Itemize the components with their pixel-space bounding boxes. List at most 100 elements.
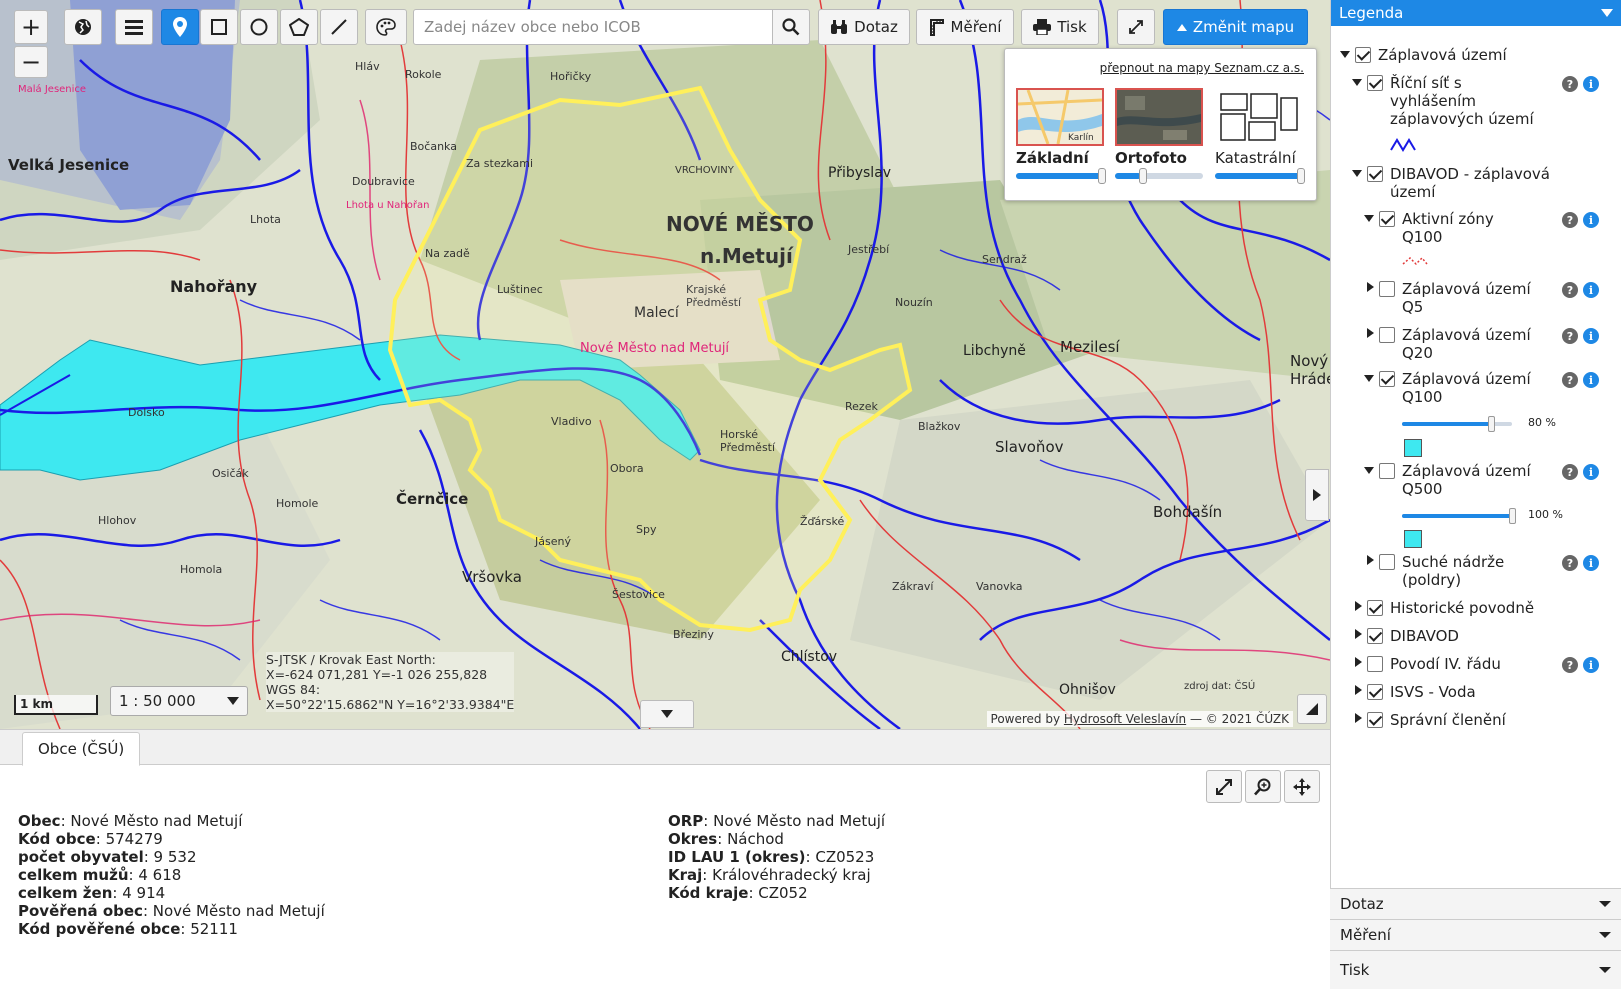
layer-label: DIBAVOD [1390, 627, 1459, 645]
attribution: Powered by Hydrosoft Veleslavín — © 2021… [986, 711, 1293, 727]
help-icon[interactable]: ? [1562, 212, 1578, 228]
expand-toggle[interactable] [1367, 282, 1374, 292]
info-row: Kraj: Královéhradecký kraj [668, 866, 871, 884]
pan-to-feature-button[interactable] [1284, 770, 1320, 803]
help-icon[interactable]: ? [1562, 657, 1578, 673]
expand-toggle[interactable] [1352, 170, 1362, 177]
search-input[interactable] [413, 9, 785, 45]
help-icon[interactable]: ? [1562, 464, 1578, 480]
layer-label: Správní členění [1390, 711, 1506, 729]
opacity-value: 80 % [1528, 416, 1556, 429]
expand-toggle[interactable] [1364, 215, 1374, 222]
accordion-tisk[interactable]: Tisk [1330, 950, 1621, 989]
info-icon[interactable]: i [1583, 372, 1599, 388]
layer-checkbox[interactable] [1367, 656, 1383, 672]
search-button[interactable] [772, 9, 810, 45]
basemap-ortofoto[interactable]: Ortofoto [1115, 88, 1203, 184]
layer-checkbox[interactable] [1379, 281, 1395, 297]
layer-label: Záplavová území Q5 [1402, 280, 1531, 316]
attribution-link[interactable]: Hydrosoft Veleslavín [1064, 712, 1186, 726]
accordion-dotaz[interactable]: Dotaz [1330, 888, 1621, 919]
layer-checkbox[interactable] [1367, 600, 1383, 616]
expand-icon [1129, 20, 1143, 34]
tab-obce[interactable]: Obce (ČSÚ) [22, 732, 141, 766]
zoom-to-extent-button[interactable] [1206, 770, 1242, 803]
help-icon[interactable]: ? [1562, 372, 1578, 388]
info-icon[interactable]: i [1583, 328, 1599, 344]
info-icon[interactable]: i [1583, 657, 1599, 673]
opacity-slider[interactable] [1115, 168, 1203, 184]
expand-toggle[interactable] [1355, 713, 1362, 723]
switch-provider-link[interactable]: přepnout na mapy Seznam.cz a.s. [1100, 61, 1304, 75]
expand-toggle[interactable] [1355, 601, 1362, 611]
toggle-legend-button[interactable] [1305, 469, 1329, 521]
info-icon[interactable]: i [1583, 464, 1599, 480]
opacity-slider[interactable] [1402, 416, 1512, 432]
info-row: Kód obce: 574279 [18, 830, 163, 848]
chevron-down-icon [1601, 9, 1613, 17]
help-icon[interactable]: ? [1562, 76, 1578, 92]
layer-checkbox[interactable] [1379, 371, 1395, 387]
expand-toggle[interactable] [1367, 328, 1374, 338]
opacity-slider[interactable] [1402, 508, 1516, 524]
layer-checkbox[interactable] [1367, 166, 1383, 182]
layer-checkbox[interactable] [1379, 211, 1395, 227]
layer-checkbox[interactable] [1379, 327, 1395, 343]
coords-line: X=-624 071,281 Y=-1 026 255,828 [266, 667, 488, 682]
basemap-zakladni[interactable]: Karlín Základní [1016, 88, 1106, 184]
legend-header[interactable]: Legenda [1331, 0, 1621, 26]
layer-label: Záplavová území Q100 [1402, 370, 1531, 406]
globe-button[interactable] [64, 9, 102, 45]
help-icon[interactable]: ? [1562, 555, 1578, 571]
layer-checkbox[interactable] [1379, 554, 1395, 570]
basemap-thumbnail[interactable] [1215, 88, 1303, 146]
accordion-mereni[interactable]: Měření [1330, 919, 1621, 950]
tool-point[interactable] [161, 9, 199, 45]
basemap-thumbnail[interactable] [1115, 88, 1203, 146]
info-icon[interactable]: i [1583, 282, 1599, 298]
tool-polygon[interactable] [280, 9, 318, 45]
expand-toggle[interactable] [1364, 375, 1374, 382]
layer-checkbox[interactable] [1355, 47, 1371, 63]
zoom-out-button[interactable]: − [14, 46, 48, 78]
expand-toggle[interactable] [1364, 467, 1374, 474]
layer-checkbox[interactable] [1367, 628, 1383, 644]
layers-style-button[interactable] [365, 9, 407, 45]
scale-select[interactable]: 1 : 50 000 [110, 686, 248, 716]
info-icon[interactable]: i [1583, 555, 1599, 571]
expand-toggle[interactable] [1352, 79, 1362, 86]
layer-checkbox[interactable] [1367, 684, 1383, 700]
expand-toggle[interactable] [1355, 685, 1362, 695]
dotaz-button[interactable]: Dotaz [818, 9, 910, 45]
menu-button[interactable] [115, 9, 153, 45]
help-icon[interactable]: ? [1562, 282, 1578, 298]
basemap-katastralni[interactable]: Katastrální [1215, 88, 1305, 184]
expand-toggle[interactable] [1340, 51, 1350, 58]
zoom-in-button[interactable]: + [14, 10, 48, 44]
tisk-button[interactable]: Tisk [1021, 9, 1099, 45]
layer-checkbox[interactable] [1367, 712, 1383, 728]
mereni-button[interactable]: Měření [916, 9, 1014, 45]
tool-line[interactable] [320, 9, 358, 45]
help-icon[interactable]: ? [1562, 328, 1578, 344]
info-icon[interactable]: i [1583, 212, 1599, 228]
map-canvas[interactable]: Velká Jesenice Nahořany Za stezkami VRCH… [0, 0, 1330, 729]
overview-toggle-button[interactable] [1297, 694, 1327, 724]
change-map-button[interactable]: Změnit mapu [1163, 9, 1308, 45]
accordion-label: Dotaz [1340, 895, 1384, 913]
opacity-slider[interactable] [1016, 168, 1106, 184]
opacity-slider[interactable] [1215, 168, 1305, 184]
toggle-bottom-panel-button[interactable] [640, 700, 694, 728]
fullscreen-button[interactable] [1117, 9, 1155, 45]
expand-toggle[interactable] [1355, 629, 1362, 639]
layer-checkbox[interactable] [1367, 75, 1383, 91]
zoom-to-feature-button[interactable] [1245, 770, 1281, 803]
expand-toggle[interactable] [1355, 657, 1362, 667]
info-icon[interactable]: i [1583, 76, 1599, 92]
layer-checkbox[interactable] [1379, 463, 1395, 479]
tool-circle[interactable] [240, 9, 278, 45]
expand-toggle[interactable] [1367, 555, 1374, 565]
basemap-thumbnail[interactable]: Karlín [1016, 88, 1104, 146]
tool-rectangle[interactable] [200, 9, 238, 45]
expand-icon [1216, 778, 1232, 795]
